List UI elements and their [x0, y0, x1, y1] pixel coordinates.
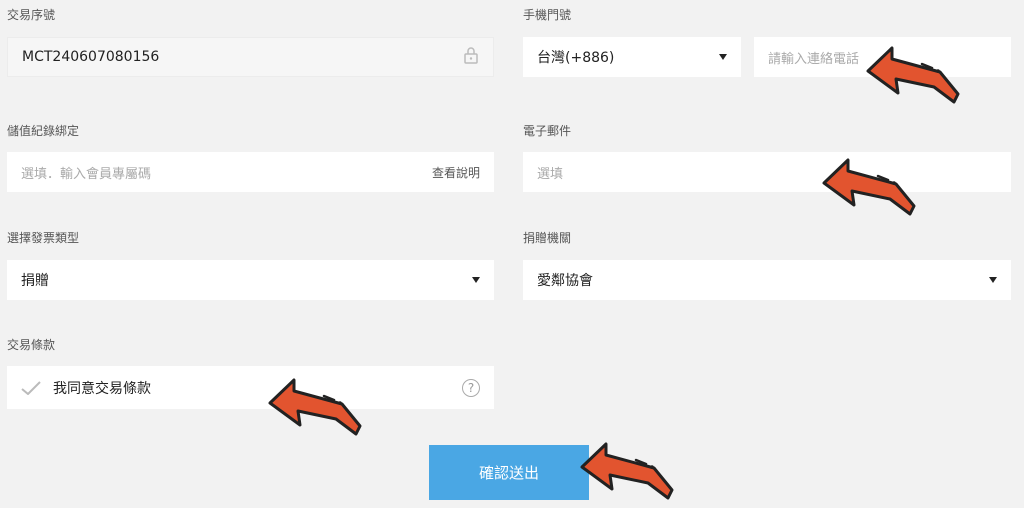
terms-checkbox-label: 我同意交易條款 [53, 380, 151, 397]
donate-org-label: 捐贈機關 [523, 231, 572, 245]
donate-org-value: 愛鄰協會 [537, 273, 593, 289]
phone-placeholder: 請輸入連絡電話 [768, 51, 860, 67]
question-icon[interactable]: ? [462, 378, 480, 397]
txn-no-value: MCT240607080156 [22, 49, 160, 65]
email-input[interactable]: 選填 [523, 152, 1011, 192]
country-code-select[interactable]: 台灣(+886) [523, 37, 741, 77]
pointer-arrow-icon [580, 442, 674, 500]
terms-checkbox[interactable]: 我同意交易條款 ? [7, 366, 494, 409]
checkmark-icon [21, 380, 41, 395]
txn-no-label: 交易序號 [7, 8, 56, 22]
phone-label: 手機門號 [523, 8, 572, 22]
invoice-type-label: 選擇發票類型 [7, 231, 80, 245]
pointer-arrow-icon [866, 46, 960, 104]
caret-down-icon [989, 277, 997, 283]
invoice-type-select[interactable]: 捐贈 [7, 260, 494, 300]
donate-org-select[interactable]: 愛鄰協會 [523, 260, 1011, 300]
view-help-link[interactable]: 查看說明 [432, 164, 480, 181]
caret-down-icon [719, 54, 727, 60]
invoice-type-value: 捐贈 [21, 273, 49, 289]
pointer-arrow-icon [268, 378, 362, 436]
caret-down-icon [472, 277, 480, 283]
pointer-arrow-icon [822, 158, 916, 216]
member-code-placeholder: 選填．輸入會員專屬碼 [21, 166, 152, 182]
email-label: 電子郵件 [523, 124, 572, 138]
txn-no-field: MCT240607080156 [7, 37, 494, 77]
member-code-input[interactable]: 選填．輸入會員專屬碼 查看說明 [7, 152, 494, 192]
lock-icon [463, 46, 479, 68]
country-code-value: 台灣(+886) [537, 50, 615, 66]
email-placeholder: 選填 [537, 166, 564, 182]
stored-value-label: 儲值紀錄綁定 [7, 124, 80, 138]
submit-button[interactable]: 確認送出 [429, 445, 589, 500]
terms-label: 交易條款 [7, 338, 56, 352]
